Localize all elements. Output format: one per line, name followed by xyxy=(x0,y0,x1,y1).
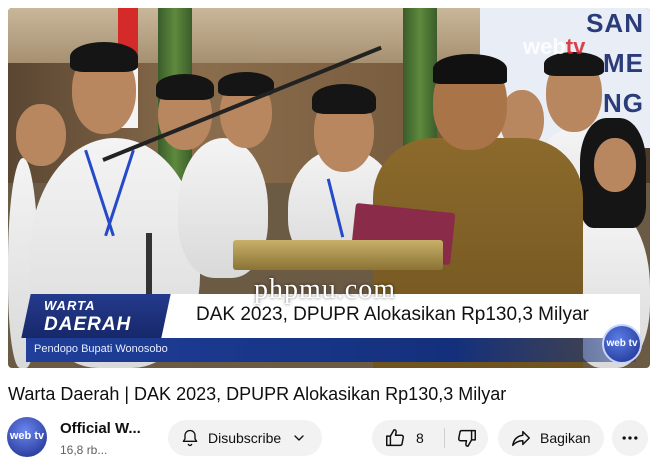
site-watermark: phpmu.com xyxy=(254,274,396,305)
subscribe-label: Disubscribe xyxy=(208,430,282,446)
official-hair xyxy=(433,54,507,84)
person-hair xyxy=(312,84,376,114)
subscribe-button[interactable]: Disubscribe xyxy=(168,420,322,456)
like-count: 8 xyxy=(416,430,424,446)
banner-text: SAN xyxy=(586,8,644,38)
more-actions-button[interactable] xyxy=(612,420,648,456)
bell-icon xyxy=(180,428,200,448)
person-hair xyxy=(70,42,138,72)
more-horizontal-icon xyxy=(620,428,640,448)
thumbs-down-icon xyxy=(456,427,478,449)
video-title: Warta Daerah | DAK 2023, DPUPR Alokasika… xyxy=(8,384,507,404)
person-head xyxy=(16,104,66,166)
share-button[interactable]: Bagikan xyxy=(498,420,604,456)
microphone-pole xyxy=(146,233,152,303)
channel-avatar[interactable]: web tv xyxy=(7,417,47,457)
watermark-suffix: tv xyxy=(565,34,586,59)
watermark-text: web xyxy=(523,34,566,59)
avatar-text: web tv xyxy=(9,430,45,442)
location-text: Pendopo Bupati Wonosobo xyxy=(34,343,168,355)
channel-bug-logo: web tv xyxy=(602,324,642,364)
share-label: Bagikan xyxy=(540,430,591,446)
banner-text: ME xyxy=(603,48,644,78)
webtv-watermark: webtv xyxy=(523,34,585,60)
thumbs-up-icon xyxy=(384,427,406,449)
person-head xyxy=(594,138,636,192)
subscriber-count: 16,8 rb... xyxy=(60,443,108,457)
channel-bug-text: web tv xyxy=(606,338,638,349)
podium xyxy=(233,240,443,270)
program-line1: WARTA xyxy=(44,298,96,313)
dislike-button[interactable] xyxy=(445,420,488,456)
chevron-down-icon xyxy=(291,430,307,446)
person-hair xyxy=(156,74,214,100)
lower-third-headline: DAK 2023, DPUPR Alokasikan Rp130,3 Milya… xyxy=(196,304,589,325)
program-tag-text: WARTA DAERAH xyxy=(44,296,164,334)
like-button[interactable]: 8 xyxy=(372,420,444,456)
like-dislike-group: 8 xyxy=(372,420,488,456)
program-line2: DAERAH xyxy=(44,314,132,335)
channel-name[interactable]: Official W... xyxy=(60,420,141,437)
video-player[interactable]: SAN ME TUNG webtv WARTA DAERAH DAK 2023,… xyxy=(8,8,650,368)
share-arrow-icon xyxy=(510,427,532,449)
